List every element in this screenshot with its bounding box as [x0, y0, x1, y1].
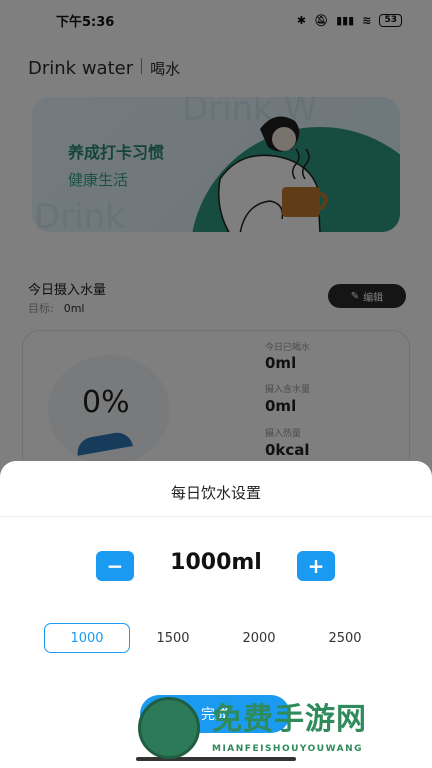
preset-1500[interactable]: 1500	[130, 623, 216, 653]
increase-button[interactable]: +	[297, 551, 335, 581]
sheet-title: 每日饮水设置	[170, 484, 261, 502]
sheet-divider	[0, 516, 432, 517]
watermark-text: 免费手游网	[212, 702, 367, 737]
drink-water-page: 下午5:36 ✱ 🔕︎ ▮▮▮ ≋ 53 Drink water 喝水 Drin…	[0, 0, 432, 768]
watermark-subtext: MIANFEISHOUYOUWANG	[212, 744, 363, 754]
water-amount: 1000ml	[170, 550, 262, 575]
decrease-button[interactable]: −	[96, 551, 134, 581]
watermark-logo-icon	[138, 697, 200, 759]
preset-2500[interactable]: 2500	[302, 623, 388, 653]
preset-1000[interactable]: 1000	[44, 623, 130, 653]
preset-2000[interactable]: 2000	[216, 623, 302, 653]
